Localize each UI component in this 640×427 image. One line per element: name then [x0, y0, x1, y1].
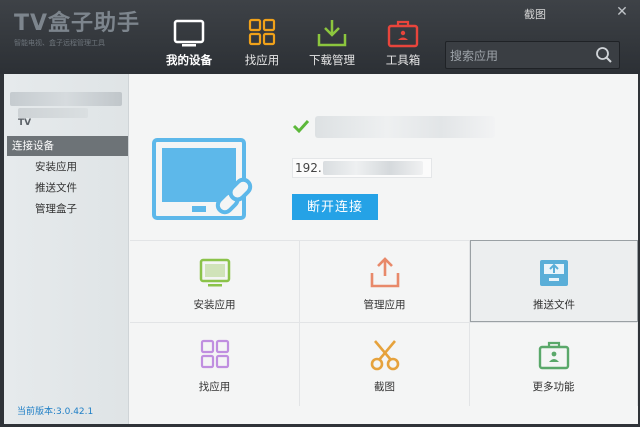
search-icon[interactable] [595, 46, 613, 64]
sidebar-item-manage-box[interactable]: 管理盒子 [7, 199, 128, 219]
tile-screenshot[interactable]: 截图 [300, 322, 470, 406]
app-logo: TV盒子助手 智能电视、盒子远程管理工具 [14, 12, 144, 48]
main-panel: TV 连接设备 安装应用 推送文件 管理盒子 当前版本:3.0.42.1 192… [4, 74, 638, 424]
tab-label: 找应用 [244, 53, 280, 67]
tab-label: 下载管理 [309, 53, 355, 67]
tile-label: 安装应用 [193, 299, 236, 311]
sidebar-item-push-file[interactable]: 推送文件 [7, 178, 128, 198]
disconnect-button[interactable]: 断开连接 [292, 194, 378, 220]
device-content: 192. 断开连接 安装应用 管理应用 推送文件 找应用 截图 更多功能 [130, 74, 638, 424]
device-name-blurred: TV [10, 86, 125, 128]
toolbox-icon [538, 341, 569, 370]
scissors-icon [370, 340, 399, 371]
tab-download-manager[interactable]: 下载管理 [296, 0, 368, 74]
sidebar-item-connect-device[interactable]: 连接设备 [7, 136, 128, 156]
version-label: 当前版本:3.0.42.1 [17, 407, 94, 417]
tab-my-device[interactable]: 我的设备 [153, 0, 225, 74]
tile-label: 推送文件 [533, 299, 575, 311]
tab-label: 工具箱 [385, 53, 421, 67]
tile-label: 截图 [374, 381, 395, 393]
ip-prefix: 192. [295, 161, 322, 175]
grid-icon [200, 339, 229, 369]
toolbox-icon [387, 20, 419, 48]
grid-icon [248, 18, 276, 46]
title-bar: TV盒子助手 智能电视、盒子远程管理工具 我的设备 找应用 下载管理 工具箱 截… [0, 0, 640, 74]
inbox-push-icon [540, 260, 568, 286]
logo-title: TV盒子助手 [14, 11, 141, 36]
search-box [445, 41, 620, 69]
download-icon [317, 20, 347, 47]
tile-push-file[interactable]: 推送文件 [470, 240, 638, 322]
close-button[interactable]: ✕ [612, 3, 632, 21]
tile-label: 更多功能 [532, 381, 575, 393]
tile-manage-app[interactable]: 管理应用 [300, 240, 470, 322]
tv-install-icon [199, 258, 230, 287]
tab-find-apps[interactable]: 找应用 [226, 0, 298, 74]
window-title: 截图 [524, 8, 546, 21]
tile-find-apps[interactable]: 找应用 [130, 322, 300, 406]
tile-label: 找应用 [198, 381, 231, 393]
tv-connected-icon [152, 138, 253, 220]
upload-icon [370, 257, 399, 288]
tile-label: 管理应用 [363, 299, 406, 311]
tab-label: 我的设备 [166, 53, 212, 67]
device-ip-field: 192. [292, 158, 432, 178]
device-name-redacted [315, 116, 495, 138]
tab-toolbox[interactable]: 工具箱 [367, 0, 439, 74]
sidebar: TV 连接设备 安装应用 推送文件 管理盒子 当前版本:3.0.42.1 [4, 74, 129, 424]
tile-install-app[interactable]: 安装应用 [130, 240, 300, 322]
tile-more-features[interactable]: 更多功能 [470, 322, 638, 406]
monitor-icon [173, 19, 205, 47]
logo-subtitle: 智能电视、盒子远程管理工具 [14, 39, 105, 47]
brand-mark: TV [18, 118, 32, 128]
check-icon [292, 119, 310, 134]
search-input[interactable] [450, 46, 590, 66]
sidebar-item-install-app[interactable]: 安装应用 [7, 157, 128, 177]
